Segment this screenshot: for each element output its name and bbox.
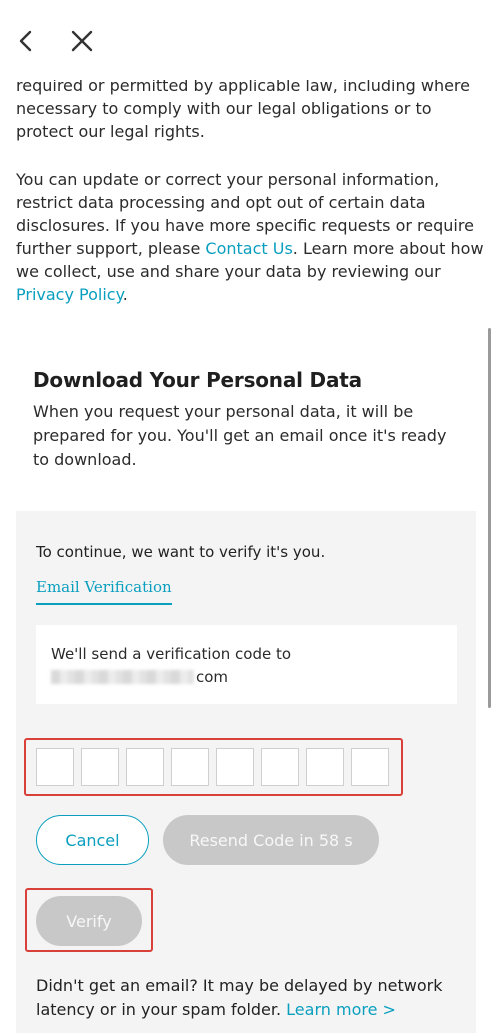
chevron-left-icon	[19, 30, 32, 52]
section-title: Download Your Personal Data	[33, 368, 362, 392]
contact-us-link[interactable]: Contact Us	[205, 239, 292, 258]
cancel-button[interactable]: Cancel	[36, 815, 149, 865]
resend-code-button[interactable]: Resend Code in 58 s	[163, 815, 379, 865]
verification-intro: To continue, we want to verify it's you.	[36, 543, 326, 561]
redacted-email	[51, 670, 194, 684]
privacy-policy-link[interactable]: Privacy Policy	[16, 285, 123, 304]
section-description: When you request your personal data, it …	[33, 402, 447, 469]
close-icon	[71, 30, 93, 52]
code-digit-input[interactable]	[81, 748, 119, 786]
verification-info-box: We'll send a verification code to com	[36, 625, 457, 704]
verify-button[interactable]: Verify	[36, 896, 142, 946]
code-digit-input[interactable]	[126, 748, 164, 786]
masked-email: com	[51, 668, 228, 686]
code-digit-input[interactable]	[216, 748, 254, 786]
send-code-text: We'll send a verification code to	[51, 645, 292, 663]
code-digit-input[interactable]	[261, 748, 299, 786]
page: required or permitted by applicable law,…	[0, 0, 496, 1033]
code-digit-input[interactable]	[351, 748, 389, 786]
learn-more-link[interactable]: Learn more >	[286, 1000, 396, 1019]
help-text: Didn't get an email? It may be delayed b…	[36, 974, 466, 1022]
policy-paragraph-1: required or permitted by applicable law,…	[16, 76, 470, 141]
policy-text-c: .	[122, 285, 128, 304]
code-digit-input[interactable]	[306, 748, 344, 786]
policy-paragraph-2: You can update or correct your personal …	[16, 168, 484, 306]
scrollbar[interactable]	[488, 328, 491, 708]
close-button[interactable]	[67, 26, 97, 56]
top-bar	[0, 0, 496, 80]
code-input-group	[36, 748, 389, 786]
email-suffix: com	[196, 668, 229, 686]
code-digit-input[interactable]	[36, 748, 74, 786]
tab-email-verification[interactable]: Email Verification	[36, 578, 172, 605]
back-button[interactable]	[11, 26, 41, 56]
code-digit-input[interactable]	[171, 748, 209, 786]
